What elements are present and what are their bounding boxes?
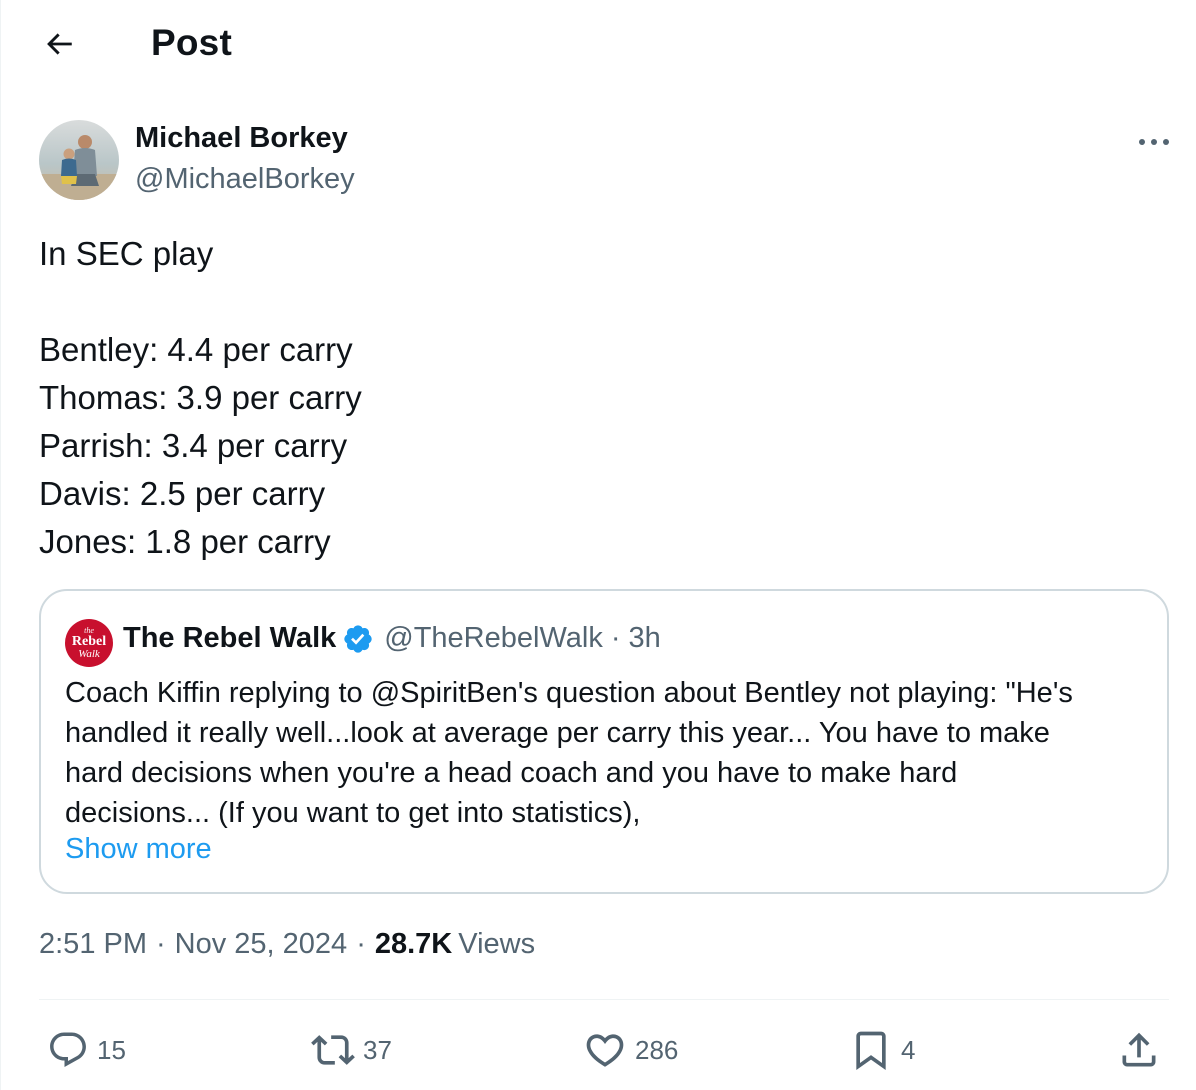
post-date[interactable]: Nov 25, 2024 [175, 928, 348, 961]
views-label: Views [458, 928, 536, 960]
author-name[interactable]: Michael Borkey [135, 122, 348, 155]
quoted-post-card[interactable]: the Rebel Walk The Rebel Walk @TheRebelW… [39, 589, 1169, 894]
post-meta: 2:51 PM · Nov 25, 2024 · 28.7K Views [39, 928, 535, 961]
show-more-link[interactable]: Show more [65, 833, 212, 866]
post-line [39, 278, 1159, 326]
quote-avatar-logo-text: Rebel [71, 633, 107, 649]
share-button[interactable] [1117, 1020, 1161, 1080]
post-line: Thomas: 3.9 per carry [39, 379, 362, 416]
views-count: 28.7K [374, 928, 453, 960]
reply-button[interactable]: 15 [47, 1020, 126, 1080]
meta-separator: · [356, 928, 366, 960]
arrow-left-icon [47, 33, 72, 55]
avatar[interactable] [39, 120, 119, 200]
like-count: 286 [635, 1034, 679, 1065]
post-line: Davis: 2.5 per carry [39, 475, 326, 512]
quote-line: decisions... (If you want to get into st… [65, 797, 641, 829]
reply-count: 15 [97, 1034, 126, 1065]
bookmark-count: 4 [901, 1034, 916, 1065]
divider [39, 999, 1169, 1000]
quote-separator: · [610, 622, 621, 654]
quote-line: hard decisions when you're a head coach … [65, 757, 958, 789]
repost-count: 37 [363, 1034, 392, 1065]
repost-icon [311, 1028, 355, 1072]
quote-line: handled it really well...look at average… [65, 717, 1050, 749]
bookmark-button[interactable]: 4 [849, 1020, 915, 1080]
quote-header: The Rebel Walk @TheRebelWalk · 3h [123, 622, 661, 655]
bookmark-icon [849, 1028, 893, 1072]
meta-separator: · [156, 928, 166, 960]
page-title: Post [151, 22, 232, 63]
post-line: Bentley: 4.4 per carry [39, 331, 353, 368]
post-line: Parrish: 3.4 per carry [39, 427, 348, 464]
post-header: Post [1, 0, 1196, 92]
more-horizontal-icon [1139, 139, 1169, 145]
reply-icon [47, 1029, 89, 1071]
verified-badge-icon [342, 623, 374, 655]
back-button[interactable] [37, 24, 81, 64]
quote-timestamp[interactable]: 3h [629, 622, 661, 655]
author-handle[interactable]: @MichaelBorkey [135, 163, 355, 196]
post-text: In SEC play Bentley: 4.4 per carry Thoma… [39, 230, 1159, 566]
post-page: Post Michael Borkey @MichaelBorkey In SE… [0, 0, 1196, 1090]
more-options-button[interactable] [1129, 122, 1179, 162]
post-line: Jones: 1.8 per carry [39, 523, 331, 560]
quote-avatar-logo: the Rebel Walk [65, 619, 113, 667]
share-icon [1117, 1028, 1161, 1072]
action-bar: 15 37 286 4 [1, 1020, 1196, 1080]
heart-icon [583, 1028, 627, 1072]
post-time[interactable]: 2:51 PM [39, 928, 147, 961]
quote-author-handle[interactable]: @TheRebelWalk [384, 622, 603, 655]
quote-author-name[interactable]: The Rebel Walk [123, 622, 336, 655]
quote-text: Coach Kiffin replying to @SpiritBen's qu… [65, 673, 1151, 833]
post-line: In SEC play [39, 235, 214, 272]
repost-button[interactable]: 37 [311, 1020, 392, 1080]
quote-avatar-logo-text: Walk [78, 647, 100, 660]
quote-line: Coach Kiffin replying to @SpiritBen's qu… [65, 677, 1073, 709]
like-button[interactable]: 286 [583, 1020, 678, 1080]
avatar-photo [39, 120, 119, 200]
